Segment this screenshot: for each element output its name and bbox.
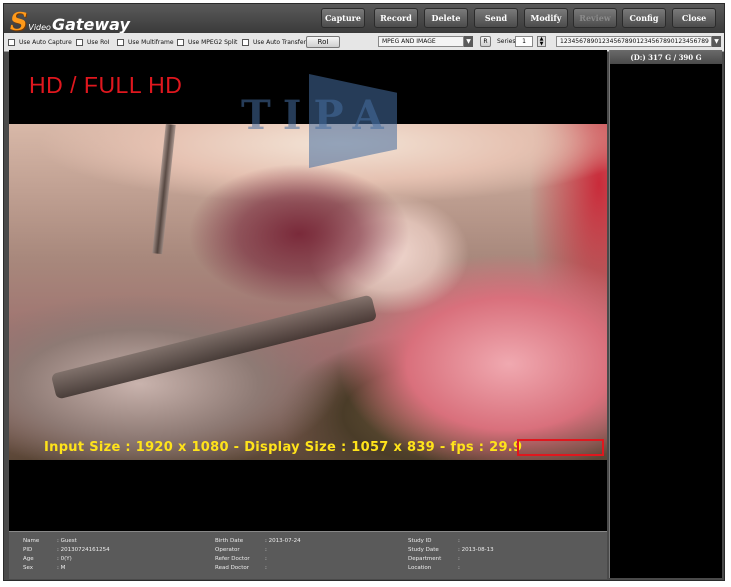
pid-row: PID : 20130724161254	[23, 545, 110, 554]
format-dropdown-icon[interactable]: ▼	[464, 36, 473, 47]
id-dropdown-icon[interactable]: ▼	[712, 36, 721, 47]
auto-capture-option[interactable]: Use Auto Capture	[8, 37, 72, 47]
roi-label: Use RoI	[87, 38, 110, 46]
series-input[interactable]: 1	[515, 36, 533, 47]
mpeg2-split-option[interactable]: Use MPEG2 Split	[177, 37, 237, 47]
location-label: Location	[408, 564, 432, 571]
birth-value: : 2013-07-24	[265, 537, 301, 544]
auto-transfer-option[interactable]: Use Auto Transfer	[242, 37, 306, 47]
operator-row: Operator:	[215, 545, 267, 554]
r-button[interactable]: R	[480, 36, 491, 47]
patient-info-panel: Name : Guest PID : 20130724161254 Age : 0(Y…	[9, 531, 607, 579]
logo-video: Video	[28, 23, 51, 32]
study-id-label: Study ID	[408, 537, 432, 544]
resolution-label: HD / FULL HD	[29, 72, 183, 98]
study-date-value: : 2013-08-13	[458, 546, 494, 553]
roi-checkbox[interactable]	[76, 38, 83, 46]
sex-value: : M	[57, 564, 66, 571]
format-select[interactable]: MPEG AND IMAGE	[378, 36, 464, 47]
config-button[interactable]: Config	[622, 8, 666, 28]
mpeg2-split-label: Use MPEG2 Split	[188, 38, 238, 46]
read-label: Read Doctor	[215, 564, 249, 571]
refer-row: Refer Doctor:	[215, 554, 267, 563]
mpeg2-split-checkbox[interactable]	[177, 38, 184, 46]
roi-option[interactable]: Use RoI	[76, 37, 109, 47]
study-date-label: Study Date	[408, 546, 439, 553]
auto-transfer-checkbox[interactable]	[242, 38, 249, 46]
close-button[interactable]: Close	[672, 8, 716, 28]
pid-label: PID	[23, 546, 33, 553]
modify-button[interactable]: Modify	[524, 8, 568, 28]
logo-gateway: Gateway	[51, 15, 130, 34]
operator-value: :	[265, 546, 267, 553]
record-button[interactable]: Record	[374, 8, 418, 28]
app-logo: S Video Gateway	[10, 7, 130, 36]
send-button[interactable]: Send	[474, 8, 518, 28]
refer-value: :	[265, 555, 267, 562]
age-row: Age : 0(Y)	[23, 554, 72, 563]
multiframe-label: Use Multiframe	[128, 38, 174, 46]
fps-highlight-box	[517, 439, 604, 456]
age-label: Age	[23, 555, 34, 562]
series-stepper-icon[interactable]: ▲ ▼	[537, 36, 546, 47]
instrument-shape	[152, 123, 176, 255]
department-row: Department:	[408, 554, 460, 563]
multiframe-checkbox[interactable]	[117, 38, 124, 46]
name-label: Name	[23, 537, 40, 544]
read-value: :	[265, 564, 267, 571]
operator-label: Operator	[215, 546, 240, 553]
pid-value: : 20130724161254	[57, 546, 110, 553]
logo-s: S	[10, 7, 28, 36]
department-label: Department	[408, 555, 442, 562]
auto-transfer-label: Use Auto Transfer	[253, 38, 307, 46]
department-value: :	[458, 555, 460, 562]
video-status-text: Input Size : 1920 x 1080 - Display Size …	[44, 440, 523, 455]
auto-capture-checkbox[interactable]	[8, 38, 15, 46]
birth-row: Birth Date : 2013-07-24	[215, 536, 301, 545]
endoscope-video-frame	[9, 123, 607, 460]
watermark-text: TIPA	[241, 92, 396, 139]
instrument-shape	[50, 294, 378, 400]
thumbnail-panel[interactable]: (D:) 317 G / 390 G	[609, 50, 722, 578]
refer-label: Refer Doctor	[215, 555, 250, 562]
id-select[interactable]: 123456789012345678901234567890123456789	[556, 36, 712, 47]
name-row: Name : Guest	[23, 536, 77, 545]
capture-button[interactable]: Capture	[321, 8, 365, 28]
delete-button[interactable]: Delete	[424, 8, 468, 28]
auto-capture-label: Use Auto Capture	[19, 38, 72, 46]
app-window: S Video Gateway Capture Record Delete Se…	[3, 3, 725, 581]
roi-button[interactable]: RoI	[306, 36, 340, 48]
study-date-row: Study Date : 2013-08-13	[408, 545, 494, 554]
location-row: Location:	[408, 563, 460, 572]
review-button[interactable]: Review	[573, 8, 617, 28]
sex-label: Sex	[23, 564, 34, 571]
storage-indicator: (D:) 317 G / 390 G	[610, 50, 722, 64]
sex-row: Sex : M	[23, 563, 65, 572]
location-value: :	[458, 564, 460, 571]
video-viewer[interactable]: TIPA HD / FULL HD Input Size : 1920 x 10…	[9, 50, 607, 531]
age-value: : 0(Y)	[57, 555, 72, 562]
study-id-row: Study ID:	[408, 536, 460, 545]
birth-label: Birth Date	[215, 537, 244, 544]
read-row: Read Doctor:	[215, 563, 267, 572]
study-id-value: :	[458, 537, 460, 544]
series-label: Series	[497, 38, 516, 45]
name-value: : Guest	[57, 537, 77, 544]
title-bar: S Video Gateway Capture Record Delete Se…	[4, 4, 724, 36]
multiframe-option[interactable]: Use Multiframe	[117, 37, 174, 47]
